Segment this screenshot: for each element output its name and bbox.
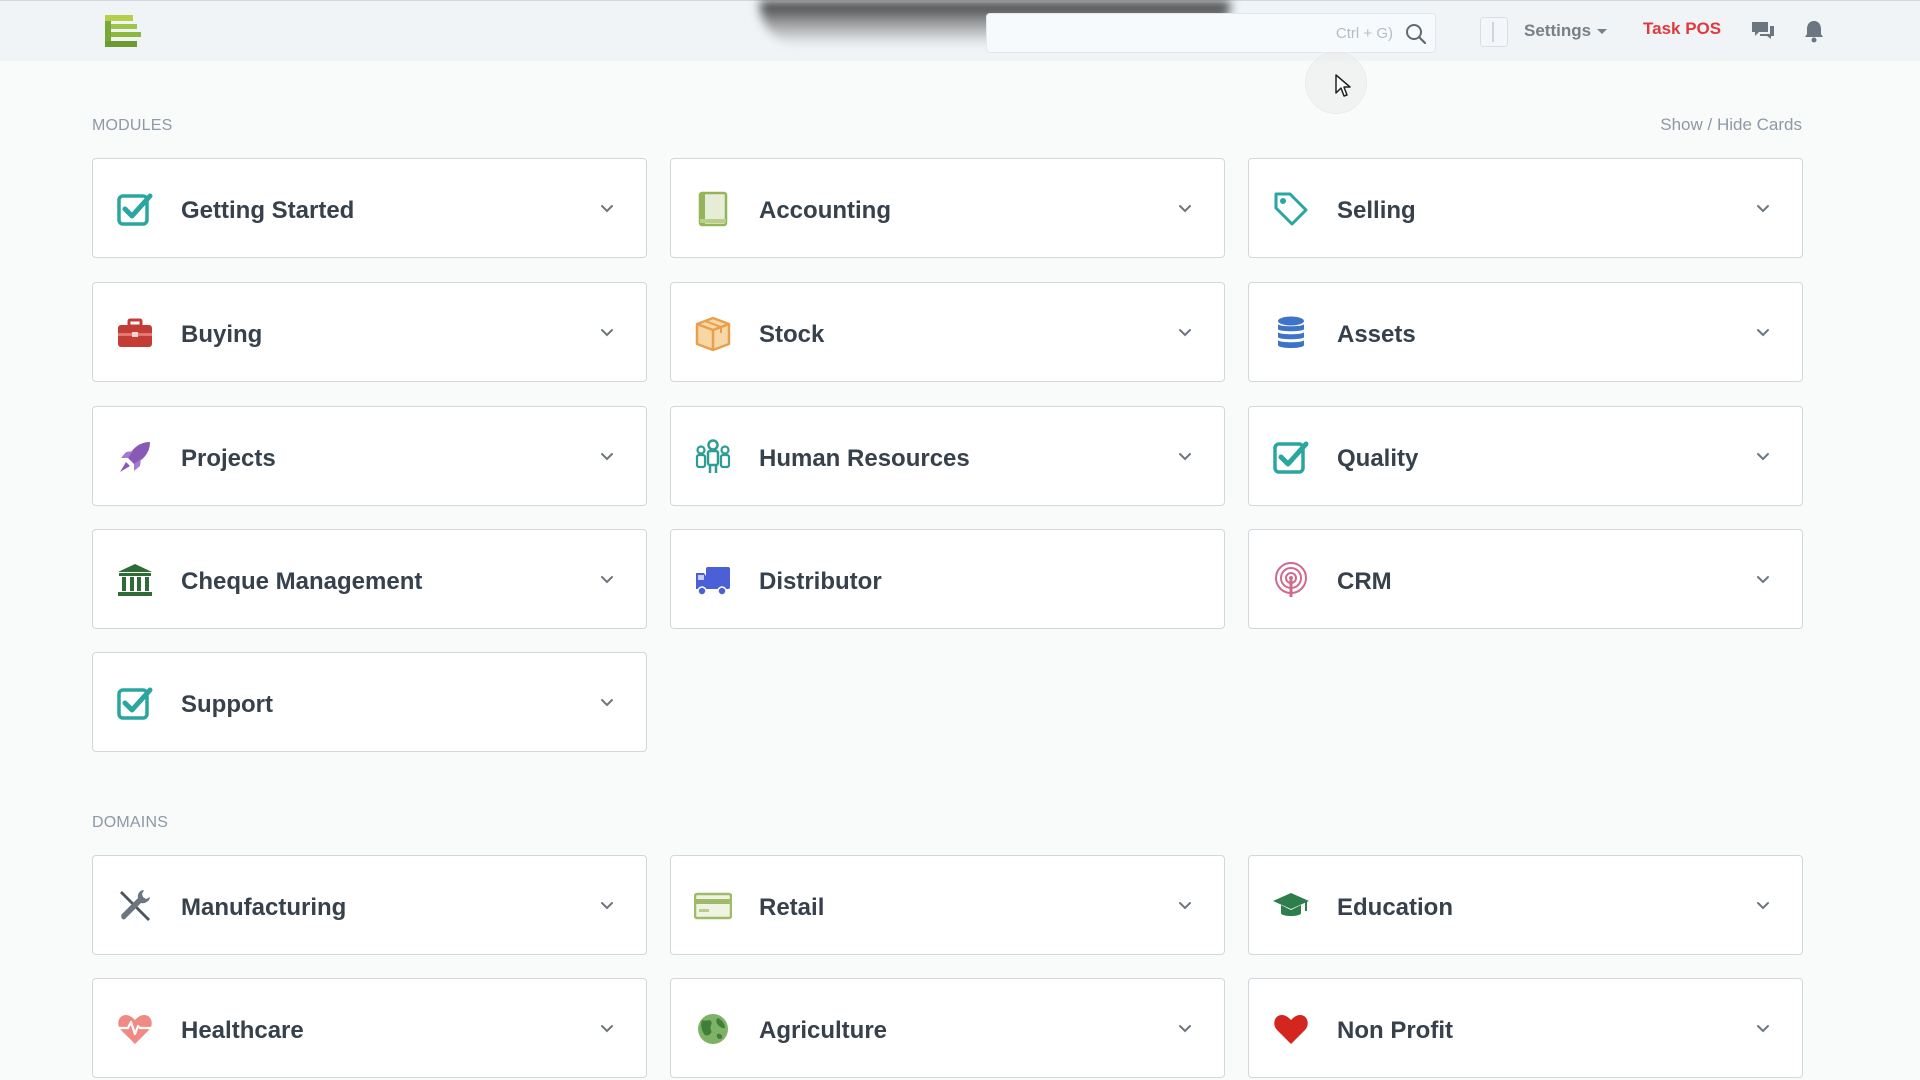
module-card-label: Buying: [181, 321, 263, 348]
checkbox-icon: [115, 189, 155, 229]
modules-section-label: MODULES: [92, 117, 173, 134]
heartbeat-icon: [115, 1009, 155, 1049]
domain-card-retail[interactable]: Retail: [670, 855, 1225, 955]
domain-card-healthcare[interactable]: Healthcare: [92, 978, 647, 1078]
task-pos-link[interactable]: Task POS: [1643, 19, 1721, 39]
domain-card-label: Education: [1337, 894, 1454, 921]
heart-icon: [1271, 1009, 1311, 1049]
module-card-label: Stock: [759, 321, 825, 348]
chevron-down-icon[interactable]: [1755, 201, 1771, 217]
top-navbar: Settings Task POS: [0, 0, 1920, 61]
module-card-label: Projects: [181, 445, 276, 472]
chevron-down-icon[interactable]: [1755, 325, 1771, 341]
domains-section-label: DOMAINS: [92, 814, 169, 831]
checkbox-icon: [1271, 437, 1311, 477]
tools-icon: [115, 886, 155, 926]
bell-icon[interactable]: [1803, 19, 1825, 43]
database-icon: [1271, 313, 1311, 353]
search-input[interactable]: [987, 14, 1397, 52]
rocket-icon: [115, 437, 155, 477]
module-card-label: Support: [181, 691, 273, 718]
module-card-crm[interactable]: CRM: [1248, 529, 1803, 629]
domain-card-label: Agriculture: [759, 1017, 888, 1044]
checkbox-icon: [115, 683, 155, 723]
module-card-label: Getting Started: [181, 197, 355, 224]
module-card-stock[interactable]: Stock: [670, 282, 1225, 382]
truck-icon: [693, 560, 733, 600]
chevron-down-icon[interactable]: [1177, 449, 1193, 465]
chevron-down-icon[interactable]: [599, 325, 615, 341]
tag-icon: [1271, 189, 1311, 229]
chevron-down-icon[interactable]: [599, 695, 615, 711]
chevron-down-icon[interactable]: [599, 201, 615, 217]
chevron-down-icon[interactable]: [599, 572, 615, 588]
chevron-down-icon[interactable]: [1177, 898, 1193, 914]
domain-card-label: Non Profit: [1337, 1017, 1453, 1044]
chevron-down-icon[interactable]: [599, 1021, 615, 1037]
chat-icon[interactable]: [1750, 20, 1776, 42]
chevron-down-icon[interactable]: [1177, 201, 1193, 217]
bank-icon: [115, 560, 155, 600]
domain-card-agriculture[interactable]: Agriculture: [670, 978, 1225, 1078]
broadcast-icon: [1271, 560, 1311, 600]
ledger-book-icon: [693, 189, 733, 229]
chevron-down-icon[interactable]: [1755, 572, 1771, 588]
module-card-label: Human Resources: [759, 445, 970, 472]
domain-card-non-profit[interactable]: Non Profit: [1248, 978, 1803, 1078]
module-card-selling[interactable]: Selling: [1248, 158, 1803, 258]
chevron-down-icon[interactable]: [599, 898, 615, 914]
domain-card-education[interactable]: Education: [1248, 855, 1803, 955]
module-card-cheque-management[interactable]: Cheque Management: [92, 529, 647, 629]
people-icon: [693, 437, 733, 477]
chevron-down-icon[interactable]: [1755, 1021, 1771, 1037]
briefcase-icon: [115, 313, 155, 353]
module-card-assets[interactable]: Assets: [1248, 282, 1803, 382]
module-card-label: Selling: [1337, 197, 1416, 224]
module-card-quality[interactable]: Quality: [1248, 406, 1803, 506]
module-card-buying[interactable]: Buying: [92, 282, 647, 382]
module-card-label: CRM: [1337, 568, 1392, 595]
search-icon[interactable]: [1405, 23, 1427, 45]
credit-card-icon: [693, 886, 733, 926]
module-card-label: Quality: [1337, 445, 1419, 472]
module-card-label: Assets: [1337, 321, 1416, 348]
chevron-down-icon[interactable]: [1755, 449, 1771, 465]
app-switcher-icon[interactable]: [1480, 17, 1508, 47]
globe-icon: [693, 1009, 733, 1049]
caret-down-icon: [1597, 29, 1608, 35]
module-card-label: Cheque Management: [181, 568, 423, 595]
settings-label: Settings: [1524, 21, 1592, 40]
erpnext-logo-icon[interactable]: [103, 13, 143, 49]
module-card-getting-started[interactable]: Getting Started: [92, 158, 647, 258]
module-card-label: Accounting: [759, 197, 891, 224]
mouse-pointer-icon: [1335, 74, 1351, 97]
module-card-projects[interactable]: Projects: [92, 406, 647, 506]
module-card-distributor[interactable]: Distributor: [670, 529, 1225, 629]
module-card-accounting[interactable]: Accounting: [670, 158, 1225, 258]
search-bar[interactable]: [986, 13, 1436, 53]
domain-card-manufacturing[interactable]: Manufacturing: [92, 855, 647, 955]
settings-dropdown[interactable]: Settings: [1524, 21, 1608, 45]
chevron-down-icon[interactable]: [1177, 325, 1193, 341]
chevron-down-icon[interactable]: [1755, 898, 1771, 914]
show-hide-cards-link[interactable]: Show / Hide Cards: [1660, 115, 1802, 135]
graduation-cap-icon: [1271, 886, 1311, 926]
domain-card-label: Manufacturing: [181, 894, 347, 921]
box-icon: [693, 313, 733, 353]
module-card-human-resources[interactable]: Human Resources: [670, 406, 1225, 506]
module-card-label: Distributor: [759, 568, 882, 595]
chevron-down-icon[interactable]: [599, 449, 615, 465]
domain-card-label: Retail: [759, 894, 825, 921]
chevron-down-icon[interactable]: [1177, 1021, 1193, 1037]
module-card-support[interactable]: Support: [92, 652, 647, 752]
domain-card-label: Healthcare: [181, 1017, 304, 1044]
